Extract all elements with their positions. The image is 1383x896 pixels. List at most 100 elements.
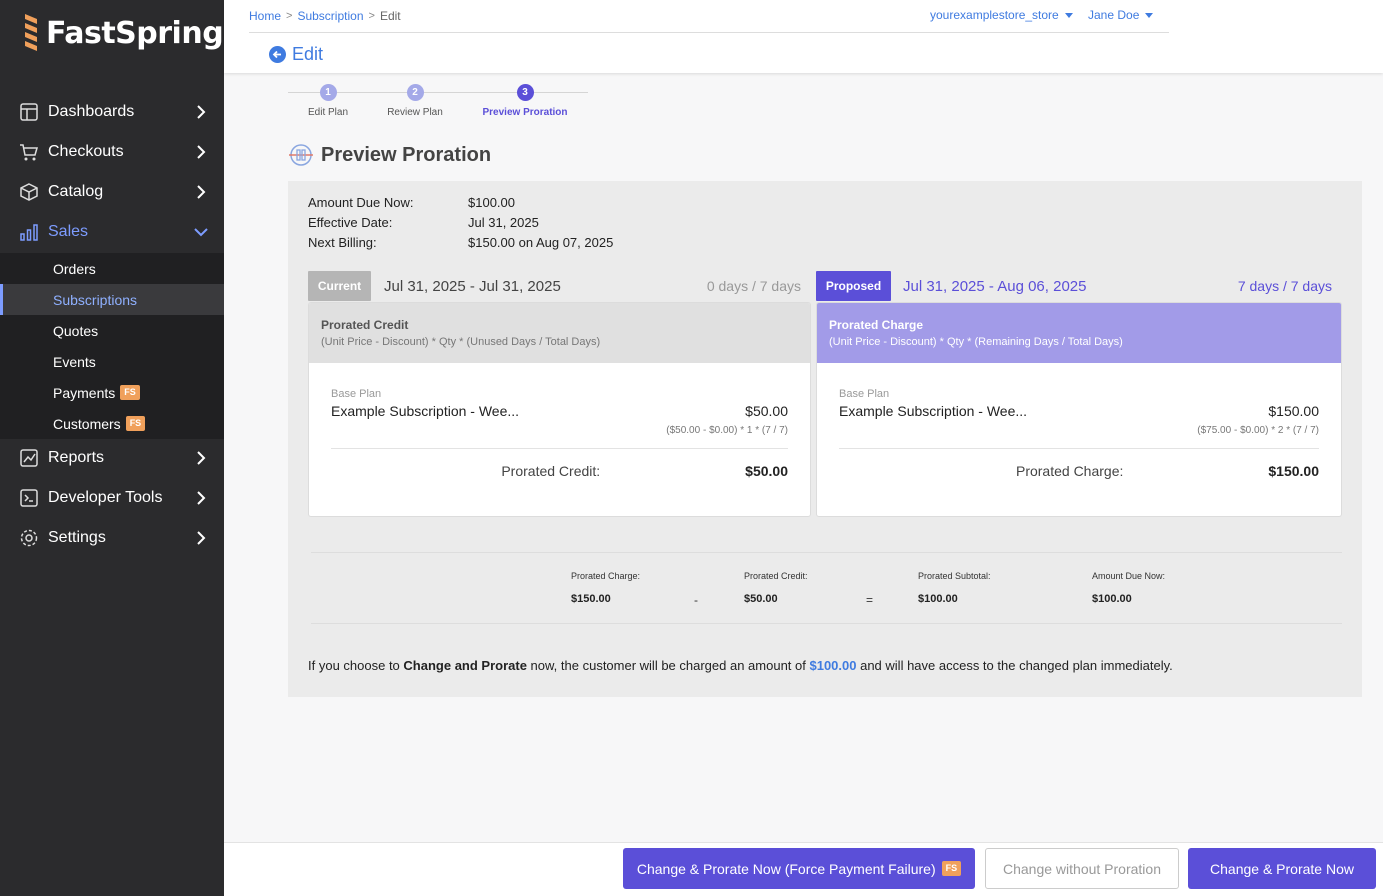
- card-body: Base Plan Example Subscription - Wee... …: [309, 363, 810, 479]
- summary-row-amount-due: Amount Due Now: $100.00: [308, 192, 613, 212]
- calc-prorated-credit: Prorated Credit: $50.00: [744, 571, 808, 605]
- summary-label: Effective Date:: [308, 214, 393, 230]
- step-review-plan[interactable]: 2 Review Plan: [370, 84, 460, 118]
- product-price: $50.00: [745, 403, 788, 419]
- current-tag: Current: [308, 271, 371, 301]
- nav-reports[interactable]: Reports: [0, 438, 224, 478]
- button-label: Change & Prorate Now (Force Payment Fail…: [636, 860, 936, 877]
- calc-label: Prorated Credit:: [744, 571, 808, 581]
- user-name: Jane Doe: [1088, 8, 1140, 22]
- card-header: Prorated Credit (Unit Price - Discount) …: [309, 303, 810, 363]
- nav-settings-label: Settings: [48, 529, 106, 546]
- nav-sales[interactable]: Sales: [0, 212, 224, 252]
- summary-value: Jul 31, 2025: [468, 214, 539, 230]
- line-formula: ($75.00 - $0.00) * 2 * (7 / 7): [1197, 425, 1319, 436]
- bar-chart-icon: [18, 221, 40, 243]
- summary-value: $100.00: [468, 194, 515, 210]
- change-prorate-force-failure-button[interactable]: Change & Prorate Now (Force Payment Fail…: [623, 848, 975, 889]
- base-plan-label: Base Plan: [839, 388, 890, 400]
- summary-row-effective-date: Effective Date: Jul 31, 2025: [308, 212, 613, 232]
- step-edit-plan[interactable]: 1 Edit Plan: [283, 84, 373, 118]
- nav-dashboards[interactable]: Dashboards: [0, 92, 224, 132]
- step-label: Review Plan: [387, 107, 443, 118]
- subnav-events[interactable]: Events: [0, 346, 224, 377]
- subnav-payments[interactable]: Payments FS: [0, 377, 224, 408]
- store-name: yourexamplestore_store: [930, 8, 1059, 22]
- divider: [331, 448, 788, 449]
- card-title: Prorated Charge: [829, 318, 924, 332]
- breadcrumb-current: Edit: [379, 9, 401, 23]
- gear-icon: [18, 527, 40, 549]
- step-number: 1: [319, 84, 337, 101]
- dashboard-icon: [18, 101, 40, 123]
- line-item: Example Subscription - Wee... $150.00: [839, 403, 1319, 419]
- nav-catalog[interactable]: Catalog: [0, 172, 224, 212]
- nav-checkouts[interactable]: Checkouts: [0, 132, 224, 172]
- step-preview-proration[interactable]: 3 Preview Proration: [480, 84, 570, 118]
- breadcrumb-home[interactable]: Home: [249, 9, 281, 23]
- store-selector[interactable]: yourexamplestore_store: [930, 8, 1073, 22]
- line-item: Example Subscription - Wee... $50.00: [331, 403, 788, 419]
- caret-down-icon: [1064, 12, 1073, 18]
- action-footer: Change & Prorate Now (Force Payment Fail…: [224, 842, 1383, 896]
- calc-value: $100.00: [1092, 593, 1132, 605]
- step-label: Preview Proration: [482, 107, 568, 118]
- fastspring-logo-icon: [25, 14, 37, 51]
- change-without-proration-button[interactable]: Change without Proration: [985, 848, 1179, 889]
- user-menu[interactable]: Jane Doe: [1088, 8, 1154, 22]
- nav-checkouts-label: Checkouts: [48, 143, 124, 160]
- proration-calculation: Prorated Charge: $150.00 - Prorated Cred…: [311, 552, 1342, 624]
- proration-panel: Amount Due Now: $100.00 Effective Date: …: [288, 181, 1362, 697]
- nav-catalog-label: Catalog: [48, 183, 104, 200]
- calc-label: Amount Due Now:: [1092, 571, 1166, 581]
- brand-logo[interactable]: FastSpring: [20, 10, 224, 56]
- nav-developer-tools[interactable]: Developer Tools: [0, 478, 224, 518]
- total-label: Prorated Credit:: [501, 463, 601, 479]
- breadcrumb-subscription[interactable]: Subscription: [297, 9, 363, 23]
- change-prorate-now-button[interactable]: Change & Prorate Now: [1188, 848, 1376, 889]
- subnav-orders[interactable]: Orders: [0, 253, 224, 284]
- card-title: Prorated Credit: [321, 318, 409, 332]
- notice-action: Change and Prorate: [403, 658, 527, 673]
- subnav-customers[interactable]: Customers FS: [0, 408, 224, 439]
- notice-amount: $100.00: [809, 658, 857, 673]
- button-label: Change & Prorate Now: [1210, 860, 1354, 877]
- minus-operator: -: [694, 593, 698, 607]
- product-name: Example Subscription - Wee...: [839, 403, 1028, 419]
- base-plan-label: Base Plan: [331, 388, 382, 400]
- total-value: $150.00: [1268, 463, 1319, 479]
- header-divider: [249, 32, 1169, 33]
- calc-label: Prorated Charge:: [571, 571, 641, 581]
- notice-prefix: If you choose to: [308, 658, 404, 673]
- subnav-quotes[interactable]: Quotes: [0, 315, 224, 346]
- calc-value: $50.00: [744, 593, 778, 605]
- divider: [839, 448, 1319, 449]
- card-total: Prorated Charge: $150.00: [839, 463, 1319, 479]
- subnav-subscriptions[interactable]: Subscriptions: [0, 284, 224, 315]
- chevron-right-icon: [197, 531, 206, 545]
- sidebar: FastSpring Dashboards Checkouts Catalog …: [0, 0, 224, 896]
- step-number: 2: [406, 84, 424, 101]
- calc-amount-due: Amount Due Now: $100.00: [1092, 571, 1165, 605]
- button-label: Change without Proration: [1003, 860, 1161, 877]
- subnav-payments-label: Payments: [53, 384, 116, 401]
- proration-notice: If you choose to Change and Prorate now,…: [308, 658, 1173, 673]
- chevron-right-icon: [197, 451, 206, 465]
- top-header: Home > Subscription > Edit yourexamplest…: [224, 0, 1383, 73]
- total-value: $50.00: [745, 463, 788, 479]
- summary-label: Amount Due Now:: [308, 194, 414, 210]
- total-label: Prorated Charge:: [1015, 463, 1124, 479]
- chevron-right-icon: [197, 491, 206, 505]
- line-formula: ($50.00 - $0.00) * 1 * (7 / 7): [666, 425, 788, 436]
- card-header: Prorated Charge (Unit Price - Discount) …: [817, 303, 1341, 363]
- back-to-edit-link[interactable]: Edit: [269, 44, 323, 65]
- reports-icon: [18, 447, 40, 469]
- breadcrumb-separator-icon: >: [368, 10, 375, 22]
- prorated-charge-card: Prorated Charge (Unit Price - Discount) …: [816, 302, 1342, 517]
- nav-settings[interactable]: Settings: [0, 518, 224, 558]
- nav-dashboards-label: Dashboards: [48, 103, 135, 120]
- calc-prorated-charge: Prorated Charge: $150.00: [571, 571, 640, 605]
- card-body: Base Plan Example Subscription - Wee... …: [817, 363, 1341, 479]
- caret-down-icon: [1145, 12, 1154, 18]
- chevron-down-icon: [194, 228, 208, 237]
